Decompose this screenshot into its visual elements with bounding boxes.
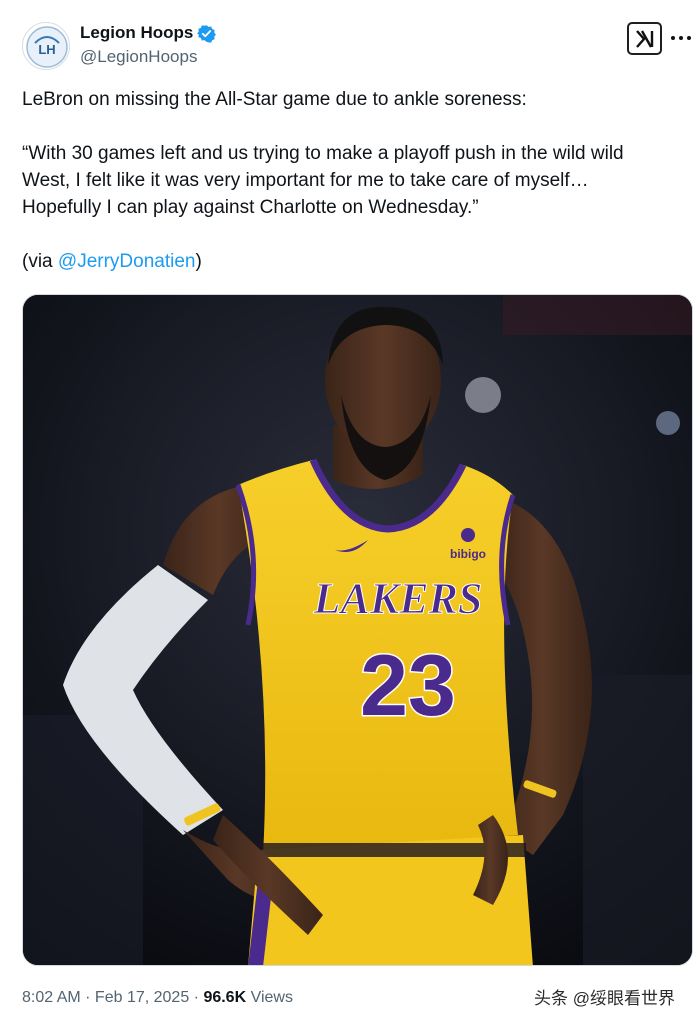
display-name[interactable]: Legion Hoops xyxy=(80,22,217,44)
sponsor-text: bibigo xyxy=(450,547,486,561)
legion-hoops-logo-icon: LH xyxy=(26,26,68,68)
quote-line: West, I felt like it was very important … xyxy=(22,170,589,191)
tweet-meta: 8:02 AM · Feb 17, 2025 · 96.6K Views xyxy=(22,989,293,1006)
player-photo: LAKERS 23 bibigo xyxy=(23,295,692,965)
x-logo-button[interactable] xyxy=(627,22,662,55)
more-dots-icon xyxy=(671,36,675,40)
jersey-number-text: 23 xyxy=(360,638,456,734)
mention-link[interactable]: @JerryDonatien xyxy=(58,251,196,272)
display-name-text: Legion Hoops xyxy=(80,23,194,42)
views-label: Views xyxy=(246,989,293,1006)
tweet-date[interactable]: Feb 17, 2025 xyxy=(95,989,189,1006)
verified-badge-icon xyxy=(197,24,217,43)
via-credit: (via @JerryDonatien) xyxy=(22,251,202,272)
author-handle[interactable]: @LegionHoops xyxy=(80,46,197,68)
svg-text:LH: LH xyxy=(38,42,55,57)
tweet-headline: LeBron on missing the All-Star game due … xyxy=(22,89,527,110)
quote-line: “With 30 games left and us trying to mak… xyxy=(22,143,624,164)
watermark: 头条 @绥眼看世界 xyxy=(534,989,675,1008)
sponsor-logo-icon xyxy=(461,528,475,542)
more-options-button[interactable] xyxy=(671,28,691,48)
quote-line: Hopefully I can play against Charlotte o… xyxy=(22,197,479,218)
jersey-team-text: LAKERS xyxy=(313,574,483,623)
x-logo-icon xyxy=(635,29,653,48)
tweet-photo[interactable]: LAKERS 23 bibigo xyxy=(22,294,693,966)
tweet-time[interactable]: 8:02 AM xyxy=(22,989,81,1006)
avatar[interactable]: LH xyxy=(22,22,70,70)
tweet-text: LeBron on missing the All-Star game due … xyxy=(22,86,692,275)
views-count: 96.6K xyxy=(203,989,247,1006)
